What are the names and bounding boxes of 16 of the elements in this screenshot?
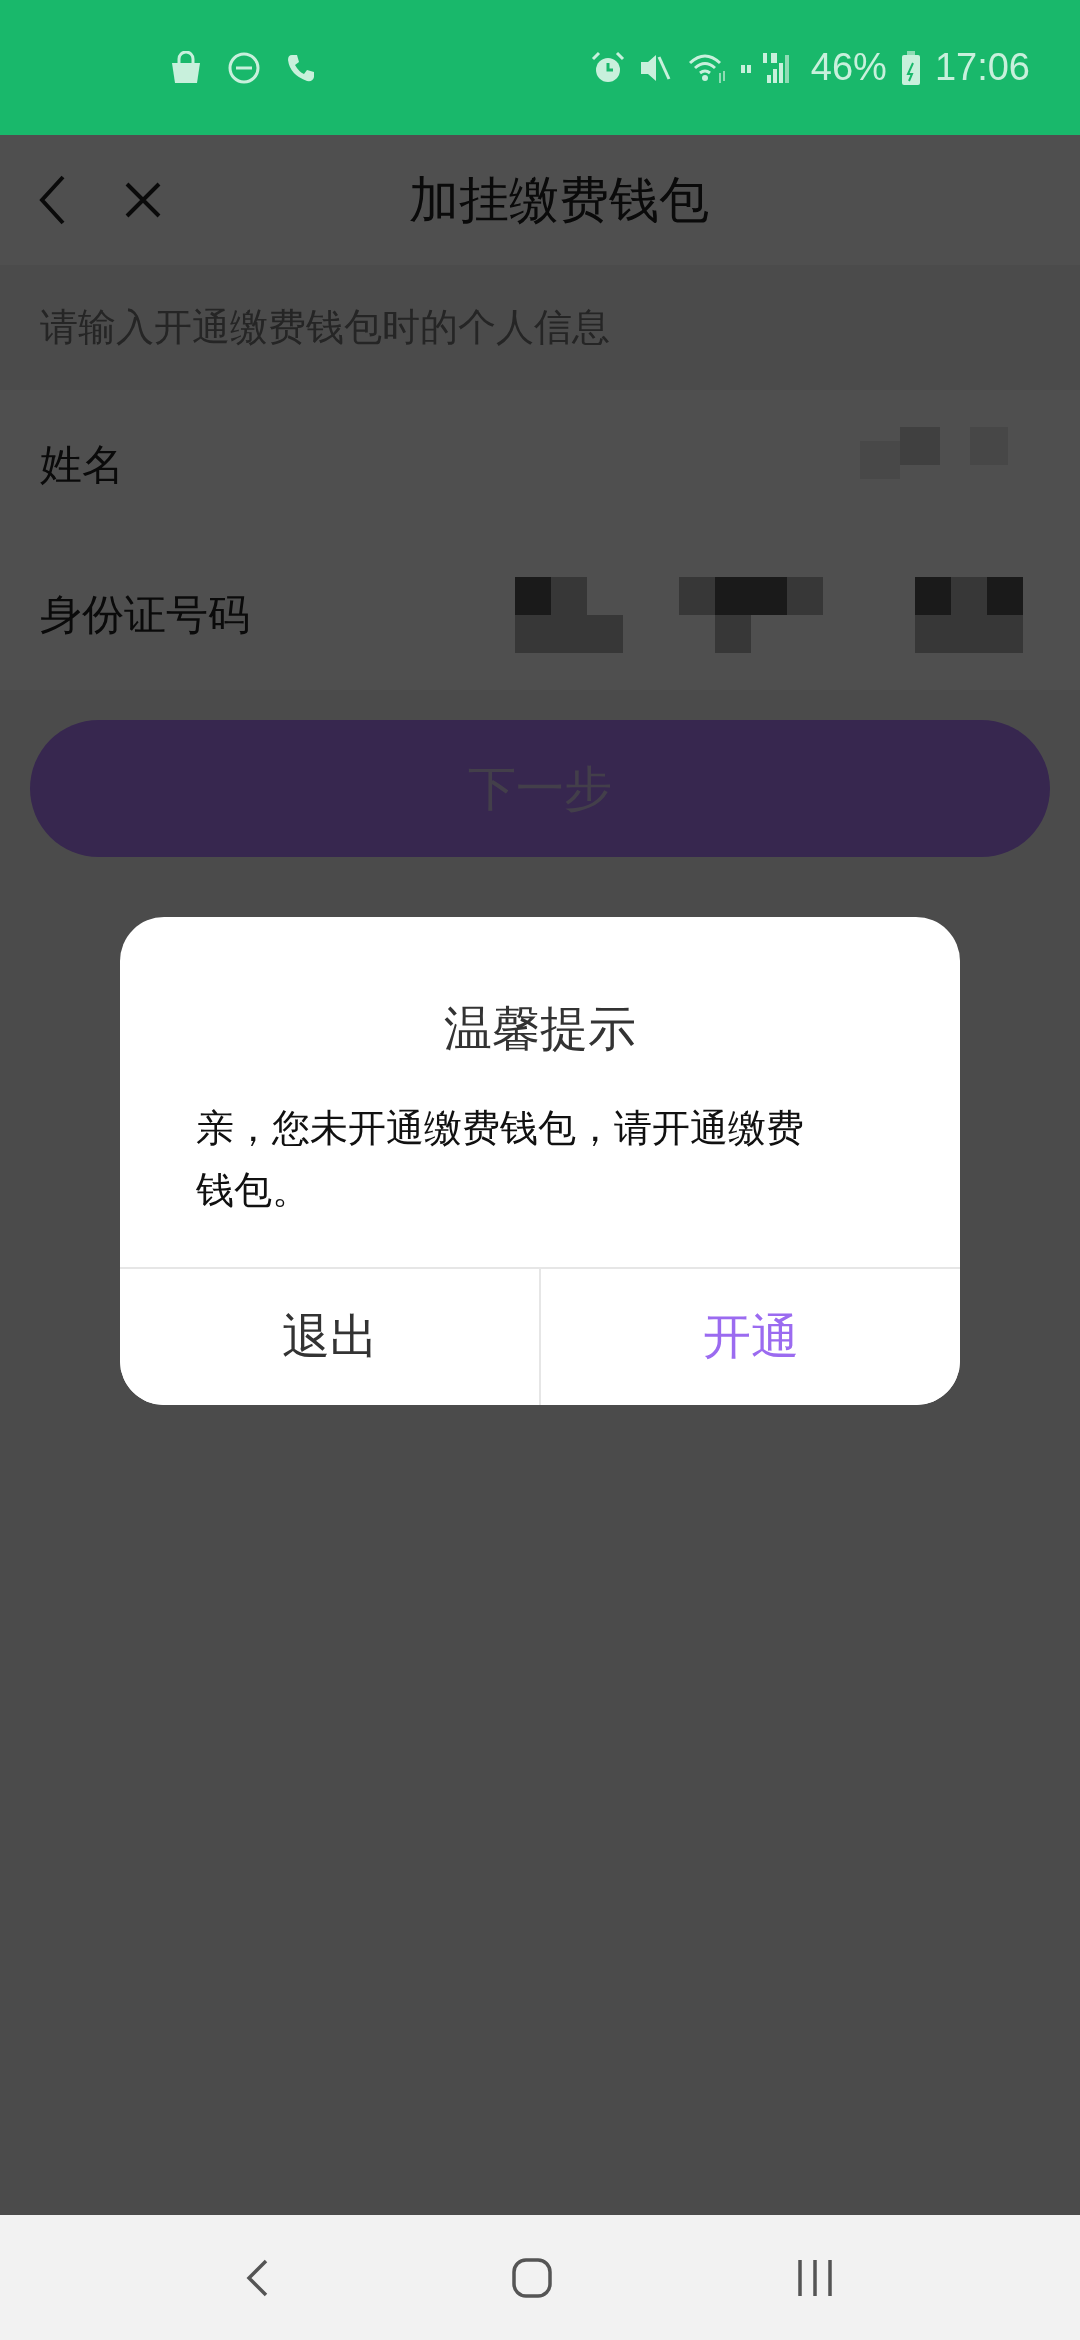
battery-charging-icon [900, 50, 921, 85]
field-label: 姓名 [40, 439, 124, 491]
page-title: 加挂缴费钱包 [409, 169, 709, 231]
recent-apps-icon[interactable] [795, 2257, 835, 2298]
clock: 17:06 [934, 46, 1030, 89]
field-label: 身份证号码 [40, 589, 250, 641]
home-icon[interactable] [511, 2256, 553, 2299]
dialog-title: 温馨提示 [443, 999, 637, 1058]
back-icon[interactable] [245, 2257, 269, 2298]
do-not-disturb-icon [228, 51, 260, 84]
dialog-message: 亲，您未开通缴费钱包，请开通缴费钱包。 [195, 1105, 805, 1214]
phone-icon [286, 52, 316, 83]
alarm-icon [590, 50, 625, 85]
confirm-button[interactable]: 开通 [539, 1269, 960, 1405]
shopping-bag-icon [170, 50, 202, 85]
battery-percent: 46% [810, 46, 887, 89]
